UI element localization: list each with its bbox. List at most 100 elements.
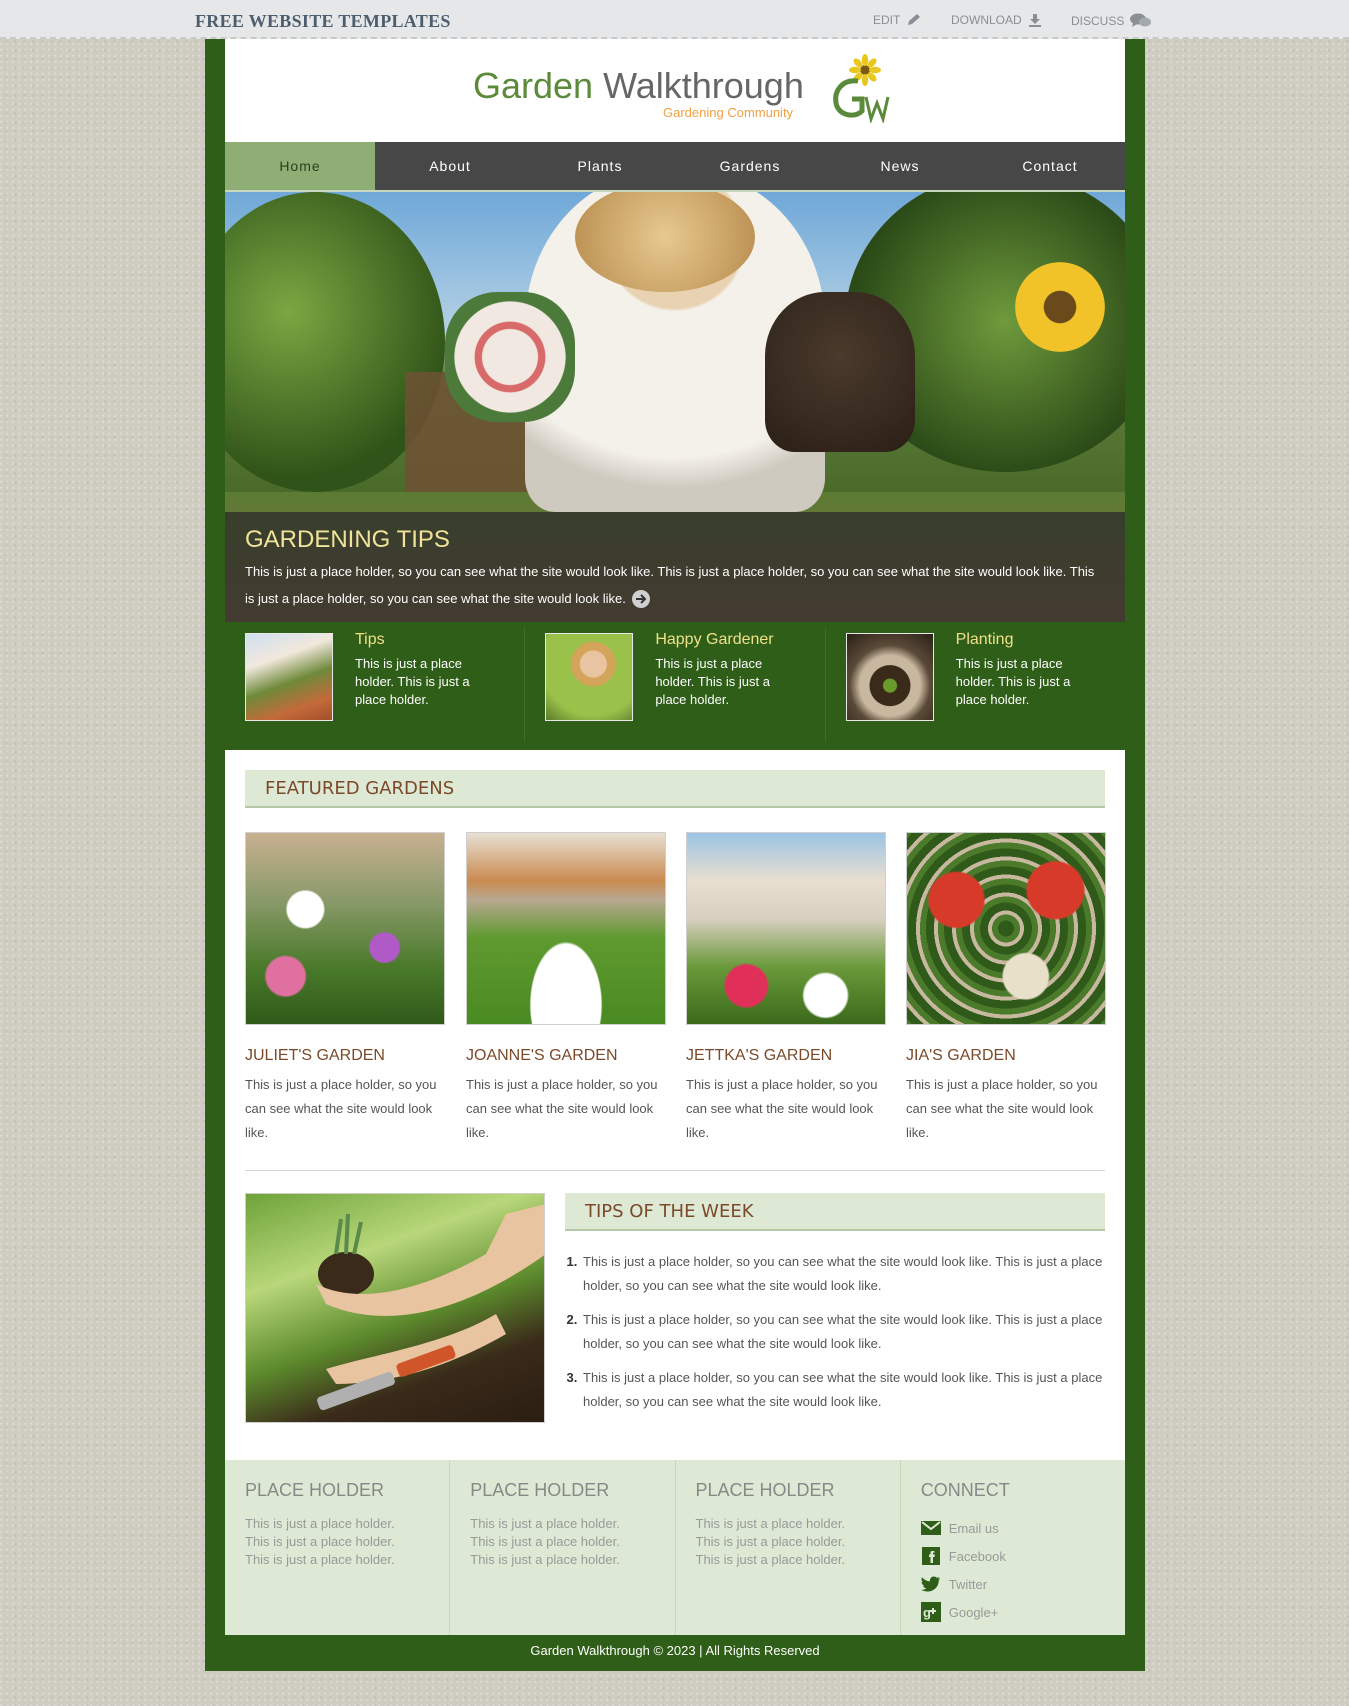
footer-column-text: This is just a place holder. This is jus… (245, 1515, 395, 1569)
edit-link[interactable]: EDIT (873, 13, 922, 27)
tip-card[interactable]: Planting This is just a place holder. Th… (826, 627, 1125, 742)
footer-line: This is just a place holder. (470, 1516, 620, 1531)
site-title-walkthrough: Walkthrough (593, 65, 804, 106)
facebook-link[interactable]: Facebook (921, 1542, 1006, 1570)
hero-glove (445, 292, 575, 422)
garden-text: This is just a place holder, so you can … (686, 1077, 878, 1140)
site-title[interactable]: Garden Walkthrough (473, 65, 804, 107)
twitter-link[interactable]: Twitter (920, 1570, 1006, 1598)
site-title-garden: Garden (473, 65, 594, 106)
download-link[interactable]: DOWNLOAD (951, 13, 1042, 27)
garden-card: JETTKA'S GARDEN This is just a place hol… (686, 832, 886, 1145)
garden-card: JULIET'S GARDEN This is just a place hol… (245, 832, 445, 1145)
site-tagline: Gardening Community (663, 105, 794, 120)
twitter-icon (920, 1574, 941, 1594)
footer-column-title: PLACE HOLDER (695, 1480, 835, 1500)
footer-line: This is just a place holder. (695, 1534, 846, 1549)
footer-line: This is just a place holder. (470, 1552, 620, 1567)
hero-plant-root (765, 292, 915, 452)
footer-line: This is just a place holder. (695, 1552, 846, 1567)
footer-column: PLACE HOLDER This is just a place holder… (676, 1460, 901, 1635)
discuss-link[interactable]: DISCUSS (1071, 13, 1152, 29)
list-item: This is just a place holder, so you can … (581, 1366, 1121, 1414)
footer-column-text: This is just a place holder. This is jus… (696, 1515, 846, 1569)
arrow-right-icon[interactable] (631, 589, 650, 608)
copyright-text: Garden Walkthrough © 2023 | All Rights R… (530, 1643, 820, 1658)
pencil-icon (906, 13, 922, 27)
list-item: This is just a place holder, so you can … (581, 1250, 1121, 1298)
site-brand-link[interactable]: FREE WEBSITE TEMPLATES (195, 11, 451, 32)
email-label: Email us (948, 1520, 999, 1536)
email-link[interactable]: Email us (920, 1514, 1006, 1542)
footer-column: PLACE HOLDER This is just a place holder… (225, 1460, 451, 1635)
download-icon (1028, 13, 1042, 27)
tip-card[interactable]: Happy Gardener This is just a place hold… (525, 627, 826, 742)
footer-line: This is just a place holder. (245, 1516, 395, 1531)
download-label: DOWNLOAD (951, 13, 1022, 27)
nav-contact[interactable]: Contact (975, 142, 1125, 190)
tip-text: This is just a place holder. This is jus… (355, 656, 470, 707)
nav-home[interactable]: Home (225, 142, 375, 190)
tip-card[interactable]: Tips This is just a place holder. This i… (225, 627, 526, 742)
tip-title[interactable]: Tips (355, 631, 385, 649)
hero-title: GARDENING TIPS (245, 526, 450, 553)
tips-of-week-image (245, 1193, 545, 1423)
tip-text: This is just a place holder. This is jus… (955, 656, 1071, 707)
featured-gardens-title: FEATURED GARDENS (265, 778, 455, 799)
garden-image[interactable] (466, 832, 666, 1025)
nav-plants[interactable]: Plants (525, 142, 675, 190)
footer-column-text: This is just a place holder. This is jus… (470, 1515, 620, 1569)
garden-title[interactable]: JIA'S GARDEN (906, 1047, 1106, 1065)
hero-caption: GARDENING TIPS This is just a place hold… (225, 512, 1125, 622)
garden-title[interactable]: JULIET'S GARDEN (245, 1047, 445, 1065)
connect-links: Email us Facebook Twitter g Google+ (920, 1514, 1006, 1626)
tips-of-week-list: This is just a place holder, so you can … (565, 1250, 1121, 1424)
edit-label: EDIT (873, 13, 901, 27)
google-plus-link[interactable]: g Google+ (920, 1598, 1006, 1626)
garden-text: This is just a place holder, so you can … (906, 1077, 1098, 1140)
garden-card: JIA'S GARDEN This is just a place holder… (906, 832, 1106, 1145)
tips-of-week-title: TIPS OF THE WEEK (585, 1201, 754, 1222)
tip-thumbnail[interactable] (545, 633, 634, 721)
page-frame: Garden Walkthrough Gardening Community H… (205, 39, 1145, 1671)
footer-line: This is just a place holder. (245, 1552, 395, 1567)
top-bar: FREE WEBSITE TEMPLATES EDIT DOWNLOAD DIS… (0, 0, 1349, 39)
tip-thumbnail[interactable] (845, 633, 934, 721)
footer-column: PLACE HOLDER This is just a place holder… (450, 1460, 676, 1635)
garden-title[interactable]: JETTKA'S GARDEN (686, 1047, 886, 1065)
site-header: Garden Walkthrough Gardening Community (225, 39, 1125, 142)
connect-title: CONNECT (920, 1480, 1010, 1500)
tips-of-week-header: TIPS OF THE WEEK (565, 1193, 1105, 1231)
footer-column-title: PLACE HOLDER (245, 1480, 385, 1500)
garden-card: JOANNE'S GARDEN This is just a place hol… (466, 832, 666, 1145)
nav-about[interactable]: About (375, 142, 525, 190)
main-nav: Home About Plants Gardens News Contact (225, 142, 1125, 190)
google-plus-label: Google+ (948, 1604, 999, 1620)
nav-news[interactable]: News (825, 142, 975, 190)
featured-gardens-header: FEATURED GARDENS (245, 770, 1105, 808)
tip-title[interactable]: Happy Gardener (655, 631, 773, 649)
chat-icon (1130, 13, 1152, 29)
discuss-label: DISCUSS (1071, 14, 1125, 28)
tip-title[interactable]: Planting (956, 631, 1014, 649)
list-item: This is just a place holder, so you can … (581, 1308, 1121, 1356)
garden-image[interactable] (245, 832, 445, 1025)
email-icon (920, 1518, 941, 1538)
tip-thumbnail[interactable] (245, 633, 333, 721)
footer-line: This is just a place holder. (695, 1516, 846, 1531)
hero-text-body: This is just a place holder, so you can … (245, 564, 1095, 606)
garden-title[interactable]: JOANNE'S GARDEN (466, 1047, 666, 1065)
nav-gardens[interactable]: Gardens (675, 142, 825, 190)
footer-line: This is just a place holder. (245, 1534, 395, 1549)
gw-logo-icon[interactable] (828, 53, 898, 128)
garden-text: This is just a place holder, so you can … (466, 1077, 658, 1140)
garden-image[interactable] (906, 832, 1106, 1025)
garden-text: This is just a place holder, so you can … (245, 1077, 437, 1140)
hero-banner: GARDENING TIPS This is just a place hold… (225, 192, 1125, 622)
facebook-icon (921, 1546, 941, 1566)
twitter-label: Twitter (948, 1576, 988, 1592)
hero-sunflower (1015, 262, 1105, 352)
svg-text:g: g (923, 1605, 931, 1620)
garden-image[interactable] (686, 832, 886, 1025)
google-plus-icon: g (920, 1602, 941, 1622)
